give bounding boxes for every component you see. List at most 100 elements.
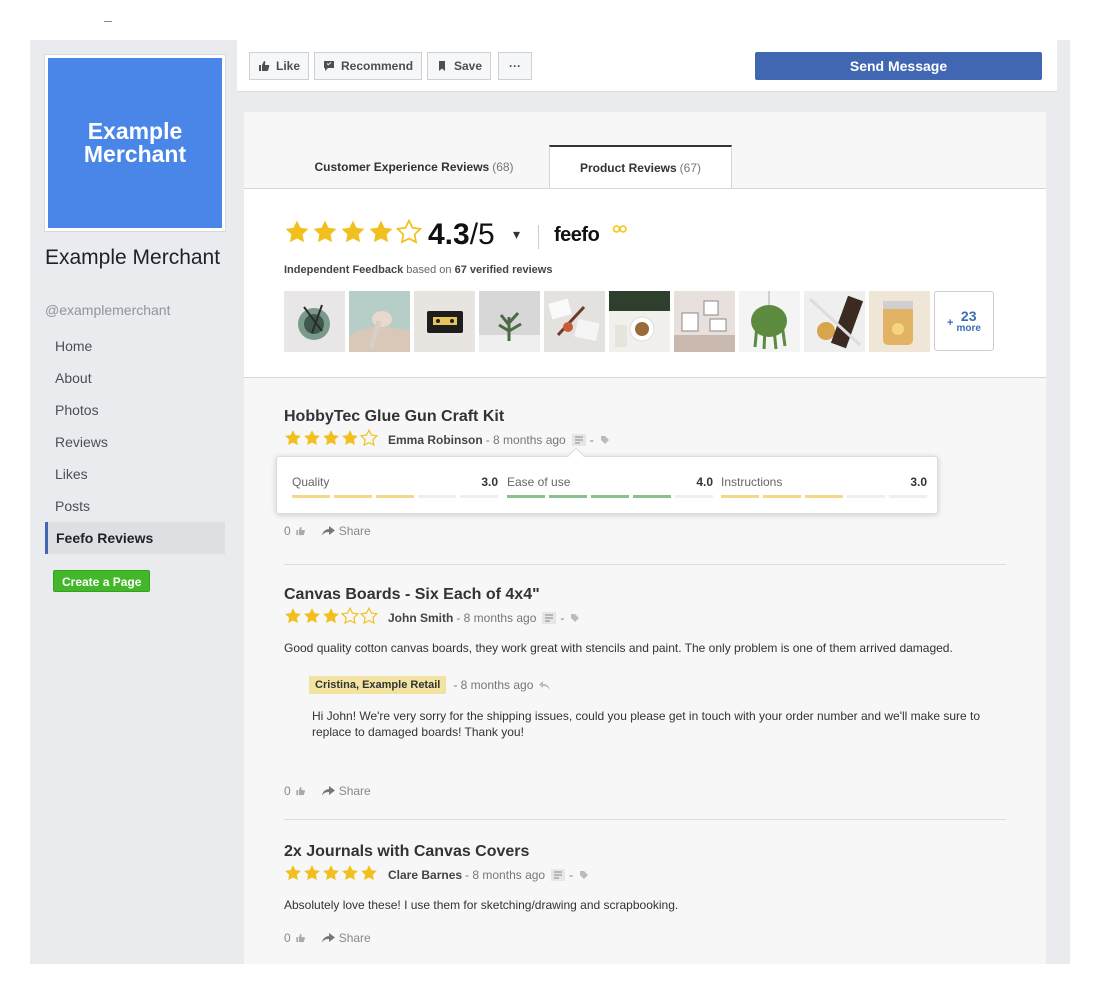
review-meta: Emma Robinson - 8 months ago - xyxy=(284,428,1006,450)
rating-segment xyxy=(675,495,713,498)
review-title[interactable]: 2x Journals with Canvas Covers xyxy=(284,843,1006,861)
sidebar-item-posts[interactable]: Posts xyxy=(45,490,225,522)
star-icon xyxy=(304,865,320,881)
product-thumbnail[interactable] xyxy=(739,291,800,352)
rating-segment xyxy=(805,495,843,498)
rating-segment xyxy=(376,495,414,498)
like-label: Like xyxy=(276,59,301,73)
feefo-widget: Customer Experience Reviews (68) Product … xyxy=(244,112,1046,964)
reply-date: - 8 months ago xyxy=(453,678,534,692)
based-on-text: based on xyxy=(406,264,452,276)
rating-segment xyxy=(292,495,330,498)
share-button[interactable]: Share xyxy=(321,784,371,798)
tab-count: (67) xyxy=(679,161,702,175)
review-meta: John Smith - 8 months ago - xyxy=(284,606,1006,628)
page-handle[interactable]: @examplemerchant xyxy=(45,302,171,318)
tag-icon[interactable] xyxy=(570,613,580,623)
helpful-count: 0 xyxy=(284,784,291,798)
page-cover-logo[interactable]: Example Merchant xyxy=(45,55,225,231)
cover-text: Example Merchant xyxy=(83,118,187,167)
review-item: HobbyTec Glue Gun Craft Kit Emma Robinso… xyxy=(276,408,1006,538)
like-button[interactable]: Like xyxy=(249,52,310,80)
score-denominator: /5 xyxy=(469,218,495,251)
share-label: Share xyxy=(338,784,371,798)
rating-segment xyxy=(633,495,671,498)
star-rating-icon xyxy=(285,428,379,447)
lines-icon[interactable] xyxy=(551,868,566,881)
review-stars xyxy=(284,606,379,628)
tab-customer-experience[interactable]: Customer Experience Reviews (68) xyxy=(284,145,544,188)
share-arrow-icon xyxy=(321,933,335,943)
sidebar-item-photos[interactable]: Photos xyxy=(45,394,225,426)
separator: - xyxy=(569,867,574,882)
tag-icon[interactable] xyxy=(579,870,589,880)
product-thumbnail[interactable] xyxy=(414,291,475,352)
sidebar-item-feefo-reviews[interactable]: Feefo Reviews xyxy=(45,522,225,554)
product-thumbnail[interactable] xyxy=(609,291,670,352)
rating-bar xyxy=(721,495,927,498)
product-thumbnail[interactable] xyxy=(674,291,735,352)
star-icon xyxy=(395,218,423,244)
product-thumbnail[interactable] xyxy=(869,291,930,352)
product-thumbnail[interactable] xyxy=(284,291,345,352)
more-options-button[interactable]: ··· xyxy=(498,52,532,80)
thumbs-up-icon xyxy=(296,933,305,943)
sidebar-item-home[interactable]: Home xyxy=(45,330,225,362)
tab-label: Product Reviews xyxy=(579,161,677,175)
sidebar-item-reviews[interactable]: Reviews xyxy=(45,426,225,458)
tab-count: (68) xyxy=(492,159,514,174)
review-footer: 0 Share xyxy=(284,524,371,538)
star-icon xyxy=(304,430,320,446)
more-count: 23 xyxy=(960,307,977,324)
lines-icon[interactable] xyxy=(571,433,586,446)
feefo-logo[interactable]: feefo xyxy=(554,224,600,247)
review-body: Absolutely love these! I use them for sk… xyxy=(284,898,679,912)
star-icon xyxy=(285,220,309,243)
helpful-button[interactable]: 0 xyxy=(284,524,306,538)
rating-value: 4.0 xyxy=(696,475,713,489)
helpful-count: 0 xyxy=(284,524,291,538)
verified-reviews-note: Independent Feedback based on 67 verifie… xyxy=(284,264,552,276)
more-label: more xyxy=(956,322,981,334)
helpful-button[interactable]: 0 xyxy=(284,931,306,945)
product-thumbnail[interactable] xyxy=(349,291,410,352)
rating-segment xyxy=(889,495,927,498)
share-label: Share xyxy=(338,524,371,538)
rating-name: Instructions xyxy=(721,475,783,489)
save-button[interactable]: Save xyxy=(427,52,492,80)
rating-segment xyxy=(763,495,801,498)
divider xyxy=(284,564,1006,565)
create-page-button[interactable]: Create a Page xyxy=(53,570,151,592)
page-name[interactable]: Example Merchant xyxy=(45,246,235,270)
share-button[interactable]: Share xyxy=(321,931,371,945)
divider xyxy=(538,225,539,249)
lines-icon[interactable] xyxy=(542,611,557,624)
helpful-button[interactable]: 0 xyxy=(284,784,306,798)
separator: - xyxy=(589,432,594,447)
tag-icon[interactable] xyxy=(600,435,610,445)
rating-segment xyxy=(507,495,545,498)
score-dropdown-icon[interactable]: ▾ xyxy=(513,226,520,243)
send-message-button[interactable]: Send Message xyxy=(755,52,1042,80)
product-thumbnail[interactable] xyxy=(479,291,540,352)
review-tabs: Customer Experience Reviews (68) Product … xyxy=(244,112,1046,189)
thumbs-up-icon xyxy=(296,786,305,796)
sidebar-item-likes[interactable]: Likes xyxy=(45,458,225,490)
rating-segment xyxy=(549,495,587,498)
star-icon xyxy=(342,865,358,881)
review-title[interactable]: Canvas Boards - Six Each of 4x4" xyxy=(284,586,1006,604)
thumbs-up-icon xyxy=(296,526,305,536)
more-photos-button[interactable]: + 23 more xyxy=(934,291,994,351)
review-title[interactable]: HobbyTec Glue Gun Craft Kit xyxy=(284,408,1006,426)
share-button[interactable]: Share xyxy=(321,524,371,538)
product-thumbnail[interactable] xyxy=(544,291,605,352)
product-thumbnail[interactable] xyxy=(804,291,865,352)
recommend-button[interactable]: Recommend xyxy=(314,52,423,80)
tab-product-reviews[interactable]: Product Reviews (67) xyxy=(549,145,732,189)
review-author: John Smith xyxy=(388,610,454,625)
top-dash xyxy=(104,21,112,22)
verified-count[interactable]: 67 verified reviews xyxy=(455,264,553,276)
sidebar-item-about[interactable]: About xyxy=(45,362,225,394)
share-arrow-icon xyxy=(321,526,335,536)
score: 4.3/5 xyxy=(428,218,495,252)
